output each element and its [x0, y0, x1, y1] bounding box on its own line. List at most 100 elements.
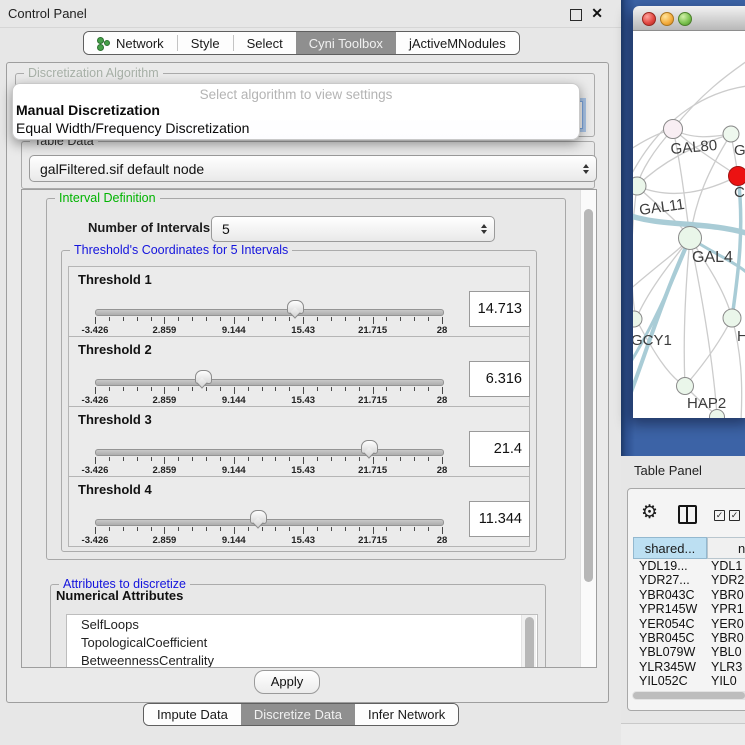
- network-node[interactable]: [677, 378, 694, 395]
- cell-shared-name[interactable]: YLR345W: [633, 660, 707, 674]
- pane-scrollbar-thumb[interactable]: [584, 209, 593, 582]
- cell-shared-name[interactable]: YBR043C: [633, 588, 707, 602]
- network-node[interactable]: [723, 309, 741, 327]
- list-item[interactable]: BetweennessCentrality: [67, 651, 537, 668]
- cell-name[interactable]: YLR3: [707, 660, 745, 674]
- numerical-attributes-list[interactable]: SelfLoopsTopologicalCoefficientBetweenne…: [66, 614, 538, 668]
- bottom-tab-impute-data[interactable]: Impute Data: [144, 704, 241, 725]
- slider-tick-label: 28: [437, 325, 448, 336]
- bottom-tab-discretize-data[interactable]: Discretize Data: [241, 704, 355, 725]
- threshold-value-field[interactable]: 6.316: [469, 361, 530, 397]
- cell-name[interactable]: YDR2: [707, 573, 745, 587]
- zoom-traffic-light-icon[interactable]: [678, 12, 692, 26]
- table-horizontal-scrollbar[interactable]: [632, 691, 745, 700]
- slider-tick: [400, 317, 401, 321]
- table-row[interactable]: YDL19...YDL1: [633, 559, 745, 573]
- bottom-tab-label: Infer Network: [368, 707, 445, 722]
- list-scrollbar[interactable]: [521, 615, 536, 668]
- tab-select[interactable]: Select: [234, 32, 296, 54]
- slider-track[interactable]: [95, 309, 444, 316]
- table-hscroll-thumb[interactable]: [633, 692, 745, 699]
- cell-shared-name[interactable]: YPR145W: [633, 602, 707, 616]
- checkbox-icon[interactable]: ✓: [714, 510, 725, 521]
- table-row[interactable]: YLR345WYLR3: [633, 660, 745, 674]
- slider-track[interactable]: [95, 519, 444, 526]
- list-item[interactable]: SelfLoops: [67, 615, 537, 633]
- algorithm-popup-item[interactable]: Equal Width/Frequency Discretization: [16, 120, 249, 136]
- cell-shared-name[interactable]: YER054C: [633, 617, 707, 631]
- threshold-value-field[interactable]: 11.344: [469, 501, 530, 537]
- threshold-slider[interactable]: -3.4262.8599.14415.4321.71528: [95, 513, 442, 543]
- cell-shared-name[interactable]: YBL079W: [633, 645, 707, 659]
- network-node[interactable]: [664, 120, 683, 139]
- network-canvas[interactable]: GAL80GCGAL11GAL4GCY1HHAP2: [633, 31, 745, 418]
- slider-tick: [414, 457, 415, 461]
- network-node[interactable]: [633, 177, 646, 195]
- checkbox-icon[interactable]: ✓: [729, 510, 740, 521]
- cell-name[interactable]: YIL0: [707, 674, 745, 688]
- table-row[interactable]: YPR145WYPR1: [633, 602, 745, 616]
- table-row[interactable]: YIL052CYIL0: [633, 674, 745, 688]
- gear-icon[interactable]: ⚙: [641, 501, 658, 524]
- network-node[interactable]: [723, 126, 739, 142]
- network-node-label: GAL80: [670, 137, 718, 158]
- network-node[interactable]: [729, 167, 745, 186]
- cell-name[interactable]: YBL0: [707, 645, 745, 659]
- slider-tick: [234, 387, 235, 394]
- slider-track[interactable]: [95, 379, 444, 386]
- cell-name[interactable]: YPR1: [707, 602, 745, 616]
- tab-style[interactable]: Style: [178, 32, 233, 54]
- slider-tick: [359, 317, 360, 321]
- float-window-icon[interactable]: [570, 9, 582, 21]
- tab-jactivemnodules[interactable]: jActiveMNodules: [396, 32, 519, 54]
- network-view-window[interactable]: GAL80GCGAL11GAL4GCY1HHAP2: [633, 6, 745, 418]
- slider-tick: [164, 457, 165, 464]
- table-row[interactable]: YBL079WYBL0: [633, 645, 745, 659]
- cell-shared-name[interactable]: YDL19...: [633, 559, 707, 573]
- slider-tick: [220, 527, 221, 531]
- slider-thumb[interactable]: [250, 510, 267, 524]
- tab-cyni-toolbox[interactable]: Cyni Toolbox: [296, 32, 396, 54]
- tab-network[interactable]: Network: [84, 32, 177, 54]
- cell-shared-name[interactable]: YIL052C: [633, 674, 707, 688]
- threshold-value-field[interactable]: 21.4: [469, 431, 530, 467]
- pane-scrollbar[interactable]: [580, 190, 596, 667]
- table-data-combobox[interactable]: galFiltered.sif default node: [29, 155, 597, 182]
- apply-button[interactable]: Apply: [254, 670, 320, 694]
- threshold-panel: Threshold 3-3.4262.8599.14415.4321.71528…: [68, 406, 530, 477]
- threshold-slider[interactable]: -3.4262.8599.14415.4321.71528: [95, 303, 442, 333]
- slider-thumb[interactable]: [361, 440, 378, 454]
- slider-track[interactable]: [95, 449, 444, 456]
- network-node[interactable]: [633, 311, 642, 327]
- number-of-intervals-combobox[interactable]: 5: [211, 216, 495, 242]
- columns-icon[interactable]: [678, 505, 697, 524]
- threshold-value-field[interactable]: 14.713: [469, 291, 530, 327]
- table-row[interactable]: YBR045CYBR0: [633, 631, 745, 645]
- cell-shared-name[interactable]: YDR27...: [633, 573, 707, 587]
- list-scrollbar-thumb[interactable]: [525, 617, 534, 668]
- table-row[interactable]: YBR043CYBR0: [633, 588, 745, 602]
- list-item[interactable]: TopologicalCoefficient: [67, 633, 537, 651]
- column-header-0[interactable]: shared...: [633, 537, 707, 559]
- algorithm-popup-item[interactable]: Manual Discretization: [16, 102, 160, 118]
- network-window-titlebar[interactable]: [633, 6, 745, 31]
- bottom-tab-infer-network[interactable]: Infer Network: [355, 704, 458, 725]
- minimize-traffic-light-icon[interactable]: [660, 12, 674, 26]
- cell-name[interactable]: YBR0: [707, 588, 745, 602]
- close-icon[interactable]: ✕: [591, 5, 603, 22]
- table-row[interactable]: YER054CYER0: [633, 617, 745, 631]
- network-edge: [684, 238, 690, 386]
- column-header-1[interactable]: n: [707, 537, 745, 559]
- cell-name[interactable]: YDL1: [707, 559, 745, 573]
- slider-thumb[interactable]: [287, 300, 304, 314]
- close-traffic-light-icon[interactable]: [642, 12, 656, 26]
- threshold-slider[interactable]: -3.4262.8599.14415.4321.71528: [95, 373, 442, 403]
- table-row[interactable]: YDR27...YDR2: [633, 573, 745, 587]
- cell-name[interactable]: YBR0: [707, 631, 745, 645]
- cell-name[interactable]: YER0: [707, 617, 745, 631]
- network-node[interactable]: [679, 227, 702, 250]
- cell-shared-name[interactable]: YBR045C: [633, 631, 707, 645]
- threshold-slider[interactable]: -3.4262.8599.14415.4321.71528: [95, 443, 442, 473]
- slider-thumb[interactable]: [195, 370, 212, 384]
- slider-tick: [373, 457, 374, 464]
